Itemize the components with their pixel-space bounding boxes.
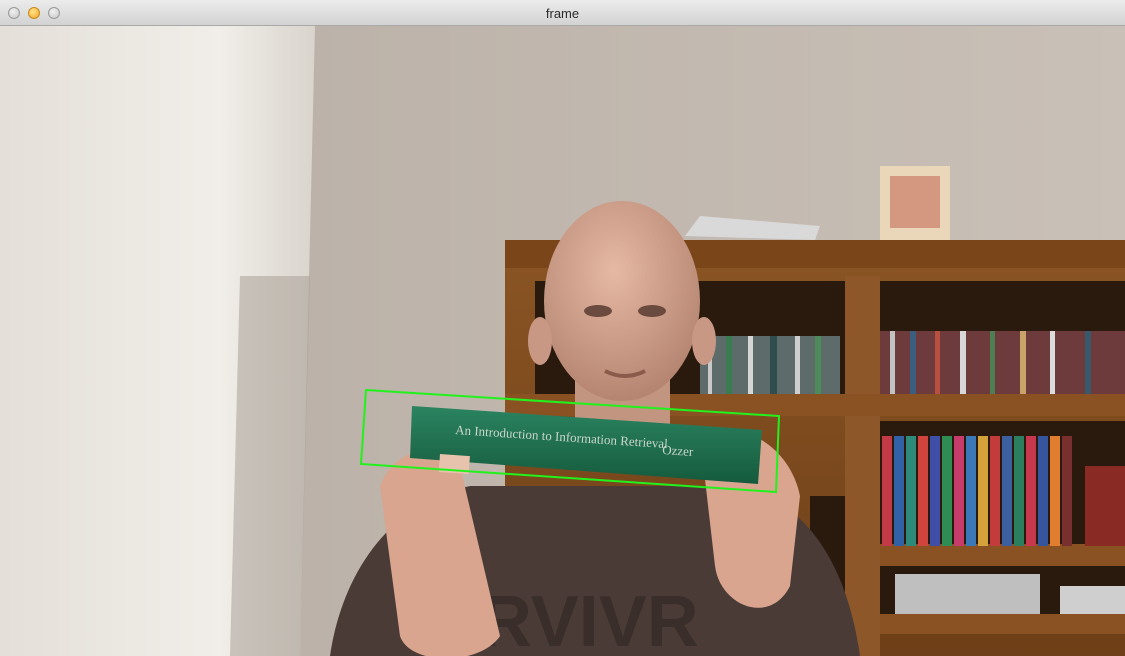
head — [544, 201, 700, 401]
dvd-row-upper-right — [880, 331, 1125, 394]
dvd-row-upper-left — [700, 336, 840, 394]
title-bar[interactable]: frame — [0, 0, 1125, 26]
camera-image: RVIVR An Introduction to Information Ret… — [0, 26, 1125, 656]
app-window: frame RVIVR An Introduction to Informati… — [0, 0, 1125, 656]
video-frame: RVIVR An Introduction to Information Ret… — [0, 26, 1125, 656]
magazine-stack — [895, 574, 1040, 614]
book-spine-author: Ozzer — [662, 442, 695, 459]
shirt-text: RVIVR — [480, 582, 699, 656]
window-title: frame — [545, 6, 580, 21]
